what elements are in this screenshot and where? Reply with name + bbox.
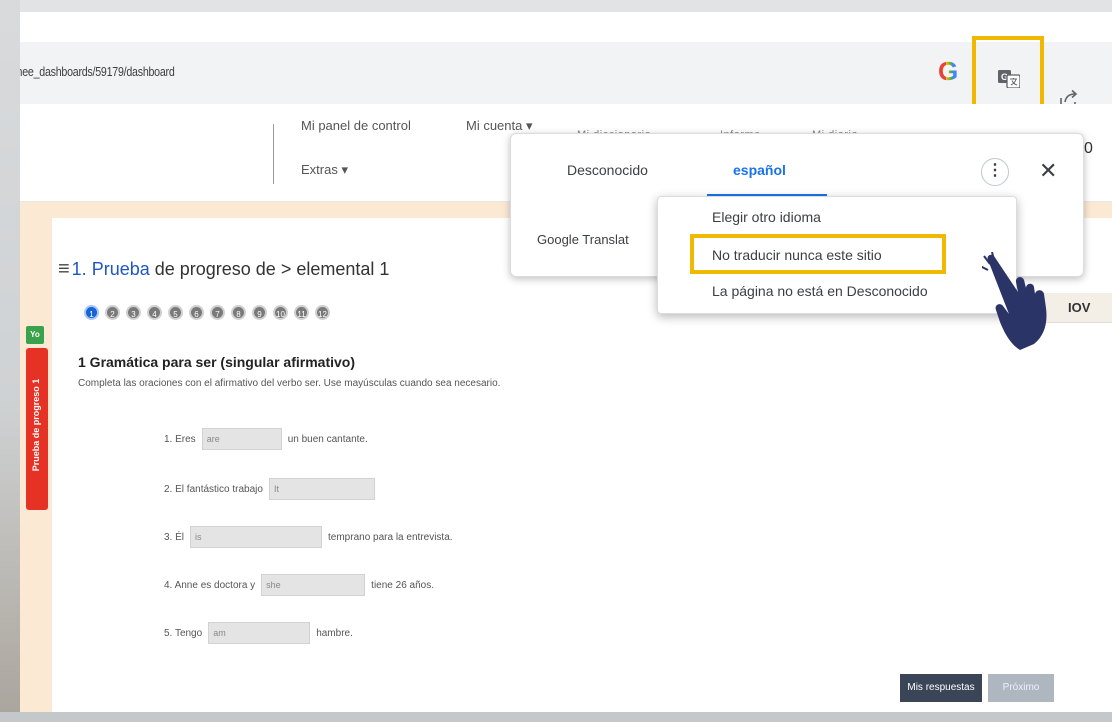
close-icon[interactable]: ✕ (1039, 158, 1057, 184)
answer-input[interactable]: It (268, 478, 375, 500)
question-dot[interactable]: 6 (189, 305, 204, 320)
nav-extras[interactable]: Extras ▾ (301, 162, 348, 178)
question-text: 5. Tengo (164, 627, 203, 639)
question-dot[interactable]: 7 (210, 305, 225, 320)
question-dot[interactable]: 4 (147, 305, 162, 320)
quiz-title-highlight: Prueba (91, 259, 150, 279)
quiz-title-rest: de progreso de > elemental 1 (149, 259, 390, 279)
question-dot[interactable]: 2 (105, 305, 120, 320)
answer-input[interactable]: is (190, 526, 323, 548)
you-badge[interactable]: Yo (26, 326, 44, 344)
google-translate-brand: Google Translat (537, 232, 629, 247)
question-dot[interactable]: 11 (294, 305, 309, 320)
progress-test-side-tab[interactable]: Prueba de progreso 1 (26, 348, 48, 510)
question-line-1: 1. Eres are un buen cantante. (164, 428, 368, 450)
question-dot[interactable]: 10 (273, 305, 288, 320)
question-line-2: 2. El fantástico trabajo It (164, 478, 381, 500)
address-bar: /trainee_dashboards/59179/dashboard G (20, 42, 1112, 108)
answer-input[interactable]: are (201, 428, 282, 450)
next-button[interactable]: Próximo (988, 674, 1054, 702)
menu-item-choose-language[interactable]: Elegir otro idioma (712, 209, 821, 225)
question-text: 2. El fantástico trabajo (164, 483, 263, 495)
question-dot[interactable]: 3 (126, 305, 141, 320)
question-dot[interactable]: 12 (315, 305, 330, 320)
header-edge-fragment: 0 (1084, 140, 1093, 157)
question-line-4: 4. Anne es doctora y she tiene 26 años. (164, 574, 434, 596)
question-dots: 1 2 3 4 5 6 7 8 9 10 11 12 (84, 305, 330, 320)
answer-input[interactable]: am (208, 622, 311, 644)
url-text[interactable]: /trainee_dashboards/59179/dashboard (20, 64, 175, 79)
menu-item-page-not-in-language[interactable]: La página no está en Desconocido (712, 283, 928, 299)
progress-test-side-tab-label: Prueba de progreso 1 (31, 378, 41, 472)
question-text: 3. Él (164, 531, 185, 543)
question-text: tiene 26 años. (371, 579, 434, 591)
translate-icon: G (998, 70, 1020, 88)
question-text: 4. Anne es doctora y (164, 579, 256, 591)
question-instruction: Completa las oraciones con el afirmativo… (78, 378, 501, 389)
nav-dashboard[interactable]: Mi panel de control (301, 118, 411, 133)
question-heading: 1 Gramática para ser (singular afirmativ… (78, 354, 355, 370)
tab-language-source[interactable]: Desconocido (567, 162, 648, 178)
quiz-title-number: 1. (71, 259, 92, 279)
pointing-hand-icon (982, 252, 1047, 350)
my-answers-button[interactable]: Mis respuestas (900, 674, 982, 702)
background-top (0, 0, 1112, 12)
question-line-5: 5. Tengo am hambre. (164, 622, 353, 644)
never-translate-highlight-box (690, 234, 946, 274)
more-vert-icon[interactable]: ⋮ (981, 158, 1009, 186)
tab-language-target[interactable]: español (733, 162, 786, 178)
nav-divider (273, 124, 274, 184)
quiz-title: ≡ 1. Prueba de progreso de > elemental 1 (58, 258, 389, 281)
nav-account[interactable]: Mi cuenta ▾ (466, 118, 533, 134)
question-dot[interactable]: 8 (231, 305, 246, 320)
browser-window: /trainee_dashboards/59179/dashboard G G … (20, 12, 1112, 712)
question-dot[interactable]: 5 (168, 305, 183, 320)
hamburger-icon[interactable]: ≡ (58, 258, 70, 280)
question-text: hambre. (316, 627, 353, 639)
question-dot[interactable]: 1 (84, 305, 99, 320)
background-bottom (0, 712, 1112, 722)
answer-input[interactable]: she (261, 574, 366, 596)
question-line-3: 3. Él is temprano para la entrevista. (164, 526, 453, 548)
background-left (0, 0, 20, 722)
question-text: 1. Eres (164, 433, 196, 445)
question-text: temprano para la entrevista. (328, 531, 453, 543)
question-dot[interactable]: 9 (252, 305, 267, 320)
google-icon[interactable]: G (938, 56, 958, 87)
question-text: un buen cantante. (287, 433, 368, 445)
